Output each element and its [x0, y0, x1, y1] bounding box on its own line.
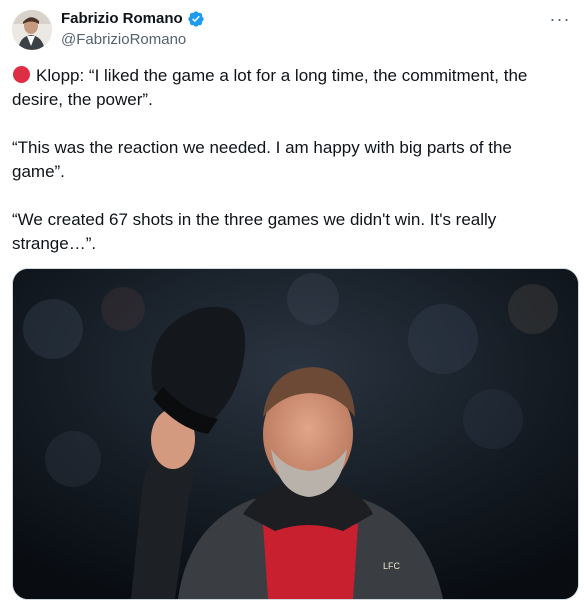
- tweet-paragraph-2: “This was the reaction we needed. I am h…: [12, 138, 512, 181]
- author-name-row[interactable]: Fabrizio Romano: [61, 9, 205, 29]
- tweet-card: Fabrizio Romano @FabrizioRomano ··· Klop…: [0, 0, 584, 600]
- red-circle-icon: [13, 66, 30, 83]
- author-handle[interactable]: @FabrizioRomano: [61, 30, 186, 50]
- author-avatar[interactable]: [12, 10, 52, 50]
- avatar-image: [12, 10, 52, 50]
- tweet-media-photo[interactable]: LFC: [12, 268, 579, 600]
- author-display-name[interactable]: Fabrizio Romano: [61, 9, 183, 29]
- tweet-paragraph-3: “We created 67 shots in the three games …: [12, 210, 497, 253]
- more-options-button[interactable]: ···: [546, 8, 574, 30]
- tweet-text: Klopp: “I liked the game a lot for a lon…: [12, 64, 568, 256]
- tweet-paragraph-1: Klopp: “I liked the game a lot for a lon…: [12, 64, 568, 112]
- klopp-photo: LFC: [13, 269, 578, 599]
- tweet-paragraph-1-text: Klopp: “I liked the game a lot for a lon…: [12, 66, 528, 109]
- verified-badge-icon: [187, 10, 205, 28]
- lfc-badge-text: LFC: [383, 561, 401, 571]
